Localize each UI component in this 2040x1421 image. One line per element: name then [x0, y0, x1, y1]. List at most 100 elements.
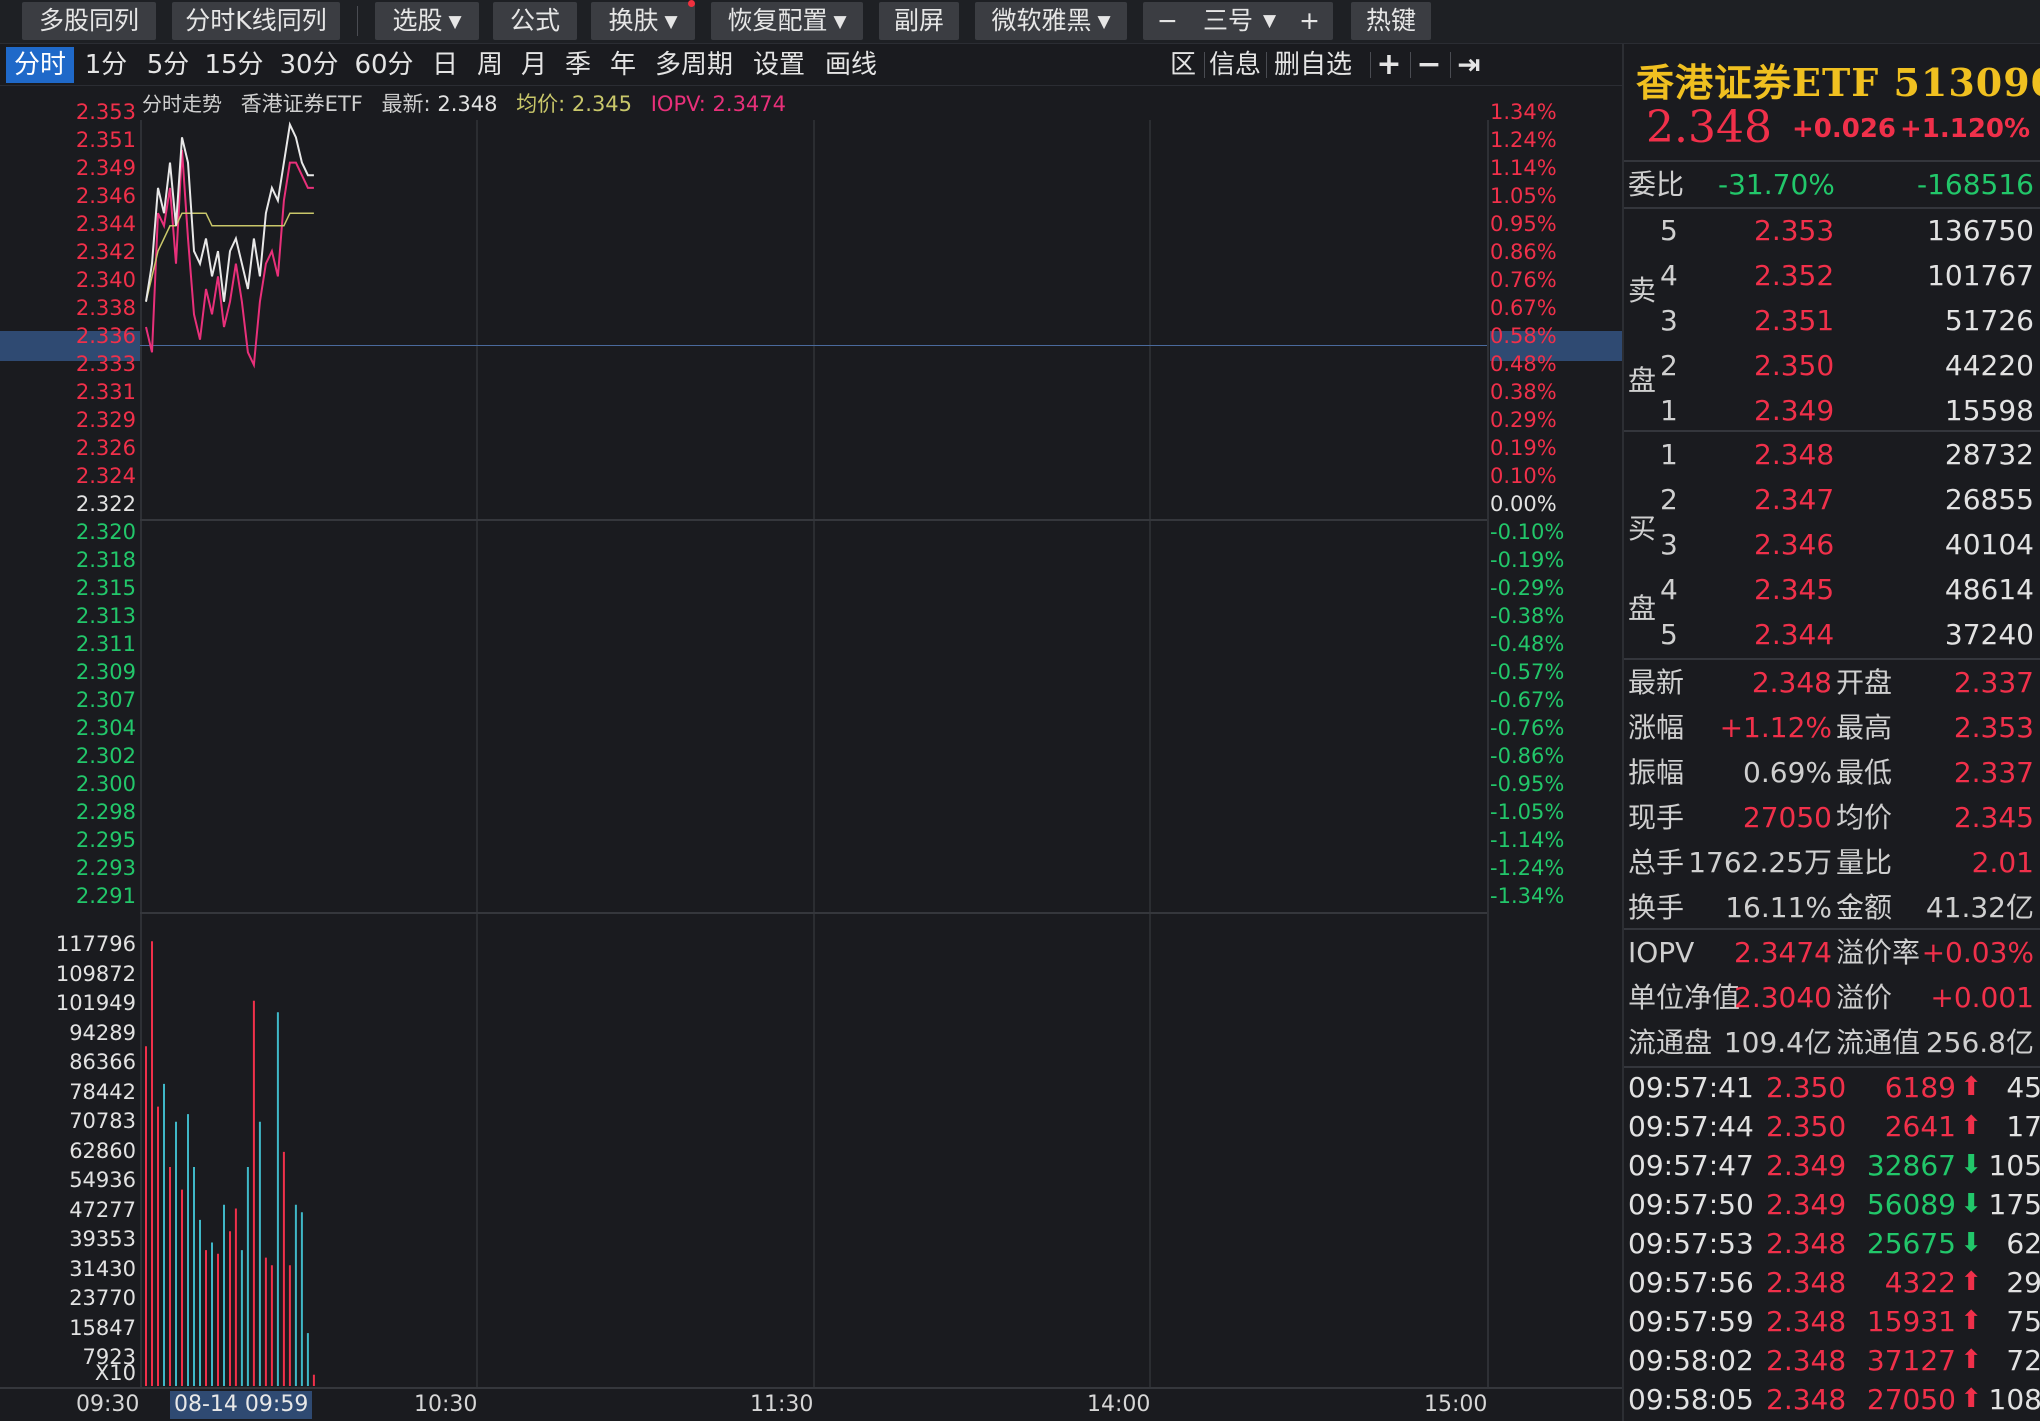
intraday-chart: [145, 121, 315, 1386]
tick-row[interactable]: 09:57:59 2.348 15931 ⬆ 75: [1624, 1302, 2040, 1341]
x-label-1030: 10:30: [414, 1392, 478, 1417]
stat-value: 1762.25万: [1688, 846, 1832, 879]
order-volume: 40104: [1944, 528, 2034, 561]
order-volume: 136750: [1927, 214, 2034, 247]
stat-label: 溢价率: [1836, 936, 1921, 969]
arrow-up-icon: ⬆: [1960, 1111, 1982, 1141]
stat-label: 流通值: [1836, 1026, 1921, 1059]
stat-value: 2.348: [1751, 666, 1832, 699]
arrow-up-icon: ⬆: [1960, 1384, 1982, 1414]
extra-row: 流通盘 109.4亿 流通值 256.8亿: [1624, 1020, 2040, 1065]
buy-side-label-1: 买: [1628, 506, 1668, 551]
tick-count: 108: [1988, 1383, 2040, 1416]
weibi-value: -168516: [1917, 168, 2034, 201]
tick-row[interactable]: 09:57:44 2.350 2641 ⬆ 17: [1624, 1107, 2040, 1146]
tick-volume: 6189: [1884, 1071, 1956, 1104]
stat-label: 单位净值: [1628, 981, 1741, 1014]
order-volume: 48614: [1944, 573, 2034, 606]
x-label-1400: 14:00: [1087, 1392, 1151, 1417]
tick-count: 45: [2006, 1071, 2040, 1104]
stat-value: 2.337: [1953, 666, 2034, 699]
sells-row: 1 2.349 15598: [1624, 388, 2040, 433]
weibi-pct: -31.70%: [1718, 168, 1835, 201]
tick-price: 2.348: [1766, 1266, 1847, 1299]
arrow-up-icon: ⬆: [1960, 1072, 1982, 1102]
stat-label: 最高: [1836, 711, 1893, 744]
order-price: 2.349: [1754, 394, 1835, 427]
arrow-up-icon: ⬆: [1960, 1267, 1982, 1297]
order-price: 2.346: [1754, 528, 1835, 561]
tick-row[interactable]: 09:57:50 2.349 56089 ⬇ 175: [1624, 1185, 2040, 1224]
stat-value: 109.4亿: [1723, 1026, 1832, 1059]
order-price: 2.345: [1754, 573, 1835, 606]
arrow-down-icon: ⬇: [1960, 1228, 1982, 1258]
stat-value: 256.8亿: [1925, 1026, 2034, 1059]
stats-row: 最新 2.348 开盘 2.337: [1624, 660, 2040, 705]
stat-value: 41.32亿: [1925, 891, 2034, 924]
stat-label: 开盘: [1836, 666, 1893, 699]
tick-count: 175: [1988, 1188, 2040, 1221]
order-volume: 101767: [1927, 259, 2034, 292]
stat-value: 2.3040: [1734, 981, 1832, 1014]
stats-row: 振幅 0.69% 最低 2.337: [1624, 750, 2040, 795]
tick-time: 09:57:41: [1628, 1071, 1754, 1104]
tick-count: 62: [2006, 1227, 2040, 1260]
stat-label: 最低: [1836, 756, 1893, 789]
stat-value: +0.001: [1930, 981, 2034, 1014]
stats-row: 现手 27050 均价 2.345: [1624, 795, 2040, 840]
tick-row[interactable]: 09:57:41 2.350 6189 ⬆ 45: [1624, 1068, 2040, 1107]
quote-panel: 香港证券ETF 513090 2.348 +0.026 +1.120% 委比 -…: [1622, 44, 2040, 1421]
tick-count: 72: [2006, 1344, 2040, 1377]
tick-row[interactable]: 09:57:47 2.349 32867 ⬇ 105: [1624, 1146, 2040, 1185]
stat-label: 涨幅: [1628, 711, 1685, 744]
order-price: 2.344: [1754, 618, 1835, 651]
tick-price: 2.348: [1766, 1383, 1847, 1416]
extra-row: 单位净值 2.3040 溢价 +0.001: [1624, 975, 2040, 1020]
stat-label: 振幅: [1628, 756, 1685, 789]
stat-value: 2.01: [1971, 846, 2034, 879]
stats-row: 总手 1762.25万 量比 2.01: [1624, 840, 2040, 885]
tick-price: 2.349: [1766, 1149, 1847, 1182]
tick-time: 09:57:47: [1628, 1149, 1754, 1182]
sell-side-label-1: 卖: [1628, 268, 1668, 313]
weibi-row: 委比 -31.70% -168516: [1624, 162, 2040, 207]
tick-count: 17: [2006, 1110, 2040, 1143]
stat-value: +0.03%: [1921, 936, 2034, 969]
tick-row[interactable]: 09:57:53 2.348 25675 ⬇ 62: [1624, 1224, 2040, 1263]
tick-volume: 27050: [1866, 1383, 1956, 1416]
stats-row: 涨幅 +1.12% 最高 2.353: [1624, 705, 2040, 750]
tick-volume: 37127: [1866, 1344, 1956, 1377]
buy-label-char: 盘: [1628, 592, 1657, 625]
weibi-label: 委比: [1628, 168, 1685, 201]
sells-row: 2 2.350 44220: [1624, 343, 2040, 388]
stat-label: 均价: [1836, 801, 1893, 834]
tick-time: 09:57:59: [1628, 1305, 1754, 1338]
order-price: 2.353: [1754, 214, 1835, 247]
tick-time: 09:57:56: [1628, 1266, 1754, 1299]
tick-volume: 2641: [1884, 1110, 1956, 1143]
tick-row[interactable]: 09:58:02 2.348 37127 ⬆ 72: [1624, 1341, 2040, 1380]
tick-volume: 56089: [1866, 1188, 1956, 1221]
tick-row[interactable]: 09:58:05 2.348 27050 ⬆ 108: [1624, 1380, 2040, 1419]
tick-count: 29: [2006, 1266, 2040, 1299]
buys-row: 4 2.345 48614: [1624, 567, 2040, 612]
stat-value: 2.3474: [1734, 936, 1832, 969]
app-window: 多股同列 分时K线同列 选股 ▼ 公式 换肤 ▼ 恢复配置 ▼ 副屏 微软雅黑 ▼ − …: [0, 0, 2040, 1421]
tick-time: 09:57:53: [1628, 1227, 1754, 1260]
sell-label-char: 盘: [1628, 364, 1657, 397]
x-label-start: 09:30: [76, 1392, 140, 1417]
current-price: 2.348: [1646, 102, 1772, 153]
tick-time: 09:58:05: [1628, 1383, 1754, 1416]
buys-row: 3 2.346 40104: [1624, 522, 2040, 567]
stat-label: 溢价: [1836, 981, 1893, 1014]
tick-time: 09:57:44: [1628, 1110, 1754, 1143]
tick-row[interactable]: 09:57:56 2.348 4322 ⬆ 29: [1624, 1263, 2040, 1302]
tick-price: 2.349: [1766, 1188, 1847, 1221]
arrow-up-icon: ⬆: [1960, 1345, 1982, 1375]
buys-row: 2 2.347 26855: [1624, 477, 2040, 522]
tick-price: 2.350: [1766, 1110, 1847, 1143]
sells-row: 4 2.352 101767: [1624, 253, 2040, 298]
stat-value: 2.337: [1953, 756, 2034, 789]
stat-label: IOPV: [1628, 936, 1695, 969]
stat-label: 金额: [1836, 891, 1893, 924]
